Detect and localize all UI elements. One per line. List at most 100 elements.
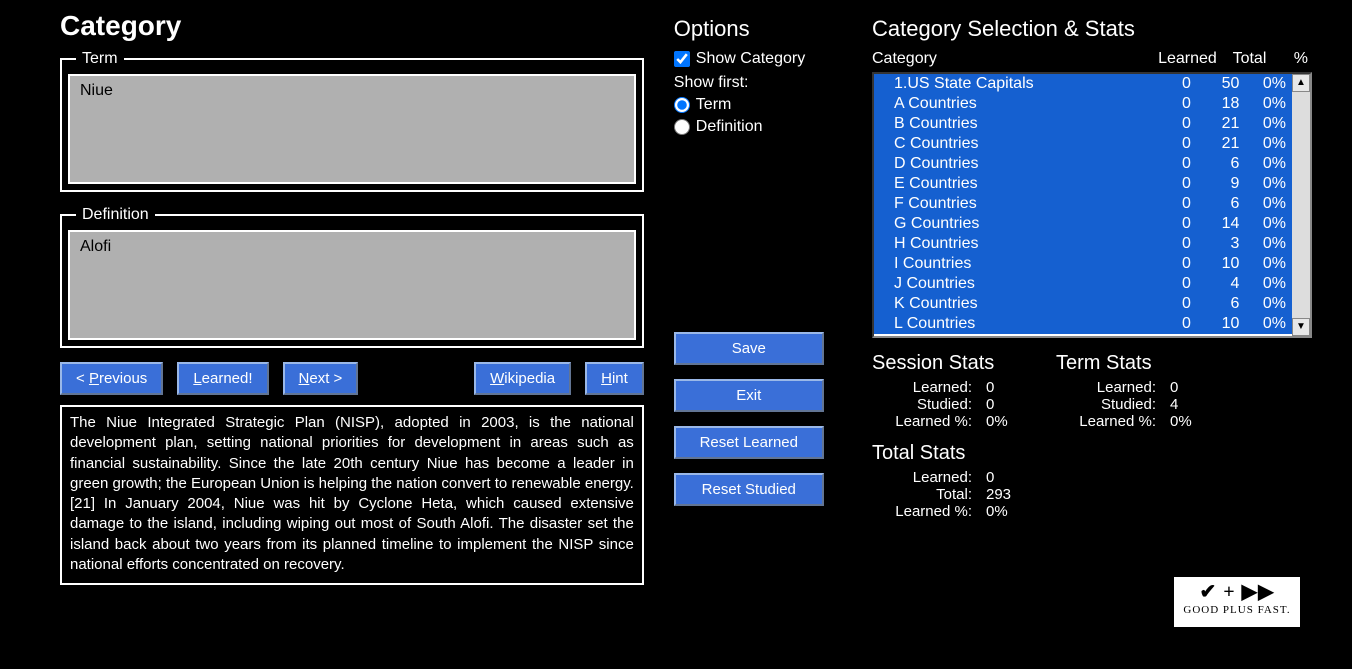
show-first-term-radio[interactable] — [674, 97, 690, 113]
total-stats: Total Stats Learned:0 Total:293 Learned … — [872, 442, 1312, 520]
category-total: 50 — [1191, 75, 1240, 93]
category-row[interactable]: L Countries0100% — [874, 314, 1292, 334]
category-percent: 0% — [1239, 155, 1286, 173]
definition-legend: Definition — [76, 206, 155, 224]
options-heading: Options — [674, 16, 842, 42]
category-learned: 0 — [1133, 275, 1191, 293]
wikipedia-button[interactable]: Wikipedia — [474, 362, 571, 395]
category-row[interactable]: D Countries060% — [874, 154, 1292, 174]
term-legend: Term — [76, 50, 124, 68]
category-row[interactable]: K Countries060% — [874, 294, 1292, 314]
show-category-checkbox[interactable] — [674, 51, 690, 67]
category-percent: 0% — [1239, 75, 1286, 93]
hint-button[interactable]: Hint — [585, 362, 644, 395]
category-learned: 0 — [1133, 115, 1191, 133]
logo-text: GOOD PLUS FAST. — [1174, 604, 1300, 616]
category-name: B Countries — [894, 115, 1133, 133]
category-learned: 0 — [1133, 255, 1191, 273]
col-total: Total — [1217, 50, 1267, 68]
category-name: F Countries — [894, 195, 1133, 213]
category-learned: 0 — [1133, 95, 1191, 113]
category-total: 18 — [1191, 95, 1240, 113]
category-name: I Countries — [894, 255, 1133, 273]
category-total: 21 — [1191, 115, 1240, 133]
reset-learned-button[interactable]: Reset Learned — [674, 426, 824, 459]
category-total: 6 — [1191, 155, 1240, 173]
category-row[interactable]: I Countries0100% — [874, 254, 1292, 274]
category-percent: 0% — [1239, 115, 1286, 133]
category-learned: 0 — [1133, 135, 1191, 153]
category-row[interactable]: 1.US State Capitals0500% — [874, 74, 1292, 94]
logo-good-plus-fast: ✔ + ▶▶ GOOD PLUS FAST. — [1172, 575, 1302, 629]
show-first-term-label: Term — [696, 96, 732, 114]
page-title: Category — [60, 10, 644, 42]
category-percent: 0% — [1239, 275, 1286, 293]
definition-value: Alofi — [68, 230, 636, 340]
next-button[interactable]: Next > — [283, 362, 359, 395]
category-name: L Countries — [894, 315, 1133, 333]
category-learned: 0 — [1133, 175, 1191, 193]
col-category: Category — [872, 50, 1149, 68]
category-name: J Countries — [894, 275, 1133, 293]
category-row[interactable]: F Countries060% — [874, 194, 1292, 214]
category-percent: 0% — [1239, 235, 1286, 253]
category-percent: 0% — [1239, 175, 1286, 193]
nav-button-row: < Previous Learned! Next > Wikipedia Hin… — [60, 362, 644, 395]
reset-studied-button[interactable]: Reset Studied — [674, 473, 824, 506]
show-first-definition-radio[interactable] — [674, 119, 690, 135]
category-learned: 0 — [1133, 195, 1191, 213]
show-first-label: Show first: — [674, 74, 842, 92]
exit-button[interactable]: Exit — [674, 379, 824, 412]
category-row[interactable]: B Countries0210% — [874, 114, 1292, 134]
category-row[interactable]: A Countries0180% — [874, 94, 1292, 114]
category-total: 9 — [1191, 175, 1240, 193]
category-stats-heading: Category Selection & Stats — [872, 16, 1312, 42]
category-list[interactable]: 1.US State Capitals0500%A Countries0180%… — [872, 72, 1312, 338]
col-percent: % — [1266, 50, 1312, 68]
category-percent: 0% — [1239, 255, 1286, 273]
category-name: G Countries — [894, 215, 1133, 233]
category-name: D Countries — [894, 155, 1133, 173]
category-total: 6 — [1191, 195, 1240, 213]
category-row[interactable]: C Countries0210% — [874, 134, 1292, 154]
category-percent: 0% — [1239, 195, 1286, 213]
term-panel: Term Niue — [60, 50, 644, 192]
category-learned: 0 — [1133, 295, 1191, 313]
category-total: 10 — [1191, 255, 1240, 273]
category-row[interactable]: E Countries090% — [874, 174, 1292, 194]
definition-panel: Definition Alofi — [60, 206, 644, 348]
category-name: H Countries — [894, 235, 1133, 253]
category-name: A Countries — [894, 95, 1133, 113]
category-learned: 0 — [1133, 215, 1191, 233]
col-learned: Learned — [1149, 50, 1216, 68]
save-button[interactable]: Save — [674, 332, 824, 365]
category-total: 3 — [1191, 235, 1240, 253]
scroll-down-icon[interactable]: ▼ — [1292, 318, 1310, 336]
term-stats-heading: Term Stats — [1056, 352, 1210, 375]
category-name: E Countries — [894, 175, 1133, 193]
category-learned: 0 — [1133, 235, 1191, 253]
session-stats-heading: Session Stats — [872, 352, 1026, 375]
category-scrollbar[interactable]: ▲ ▼ — [1292, 74, 1310, 336]
category-percent: 0% — [1239, 315, 1286, 333]
previous-button[interactable]: < Previous — [60, 362, 163, 395]
category-percent: 0% — [1239, 95, 1286, 113]
category-row[interactable]: J Countries040% — [874, 274, 1292, 294]
session-stats: Session Stats Learned:0 Studied:0 Learne… — [872, 352, 1026, 430]
scroll-up-icon[interactable]: ▲ — [1292, 74, 1310, 92]
category-total: 21 — [1191, 135, 1240, 153]
category-percent: 0% — [1239, 215, 1286, 233]
term-stats: Term Stats Learned:0 Studied:4 Learned %… — [1056, 352, 1210, 430]
category-total: 14 — [1191, 215, 1240, 233]
category-total: 6 — [1191, 295, 1240, 313]
logo-glyphs: ✔ + ▶▶ — [1174, 579, 1300, 604]
category-row[interactable]: H Countries030% — [874, 234, 1292, 254]
category-name: 1.US State Capitals — [894, 75, 1133, 93]
category-learned: 0 — [1133, 315, 1191, 333]
category-row[interactable]: G Countries0140% — [874, 214, 1292, 234]
category-learned: 0 — [1133, 155, 1191, 173]
category-learned: 0 — [1133, 75, 1191, 93]
learned-button[interactable]: Learned! — [177, 362, 268, 395]
category-percent: 0% — [1239, 295, 1286, 313]
show-category-label: Show Category — [696, 50, 805, 68]
